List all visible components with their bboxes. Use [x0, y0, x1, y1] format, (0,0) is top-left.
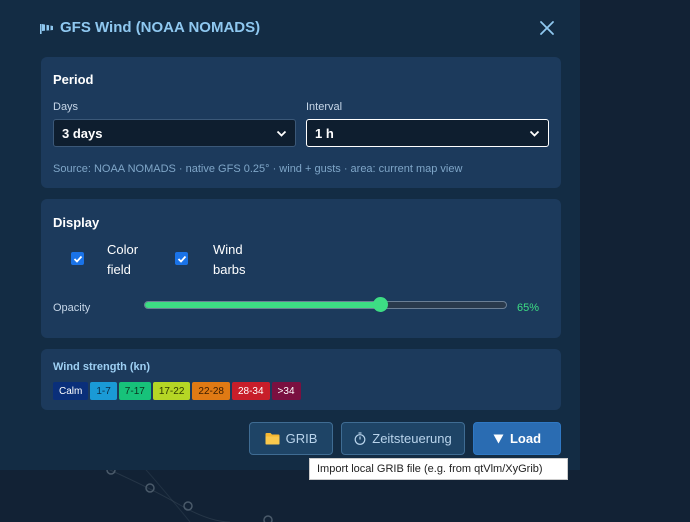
dialog-title-row: GFS Wind (NOAA NOMADS)	[40, 19, 260, 36]
chevron-down-icon	[276, 130, 287, 137]
days-select[interactable]: 3 days	[53, 119, 296, 147]
color-field-label-line1: Color	[107, 242, 139, 257]
check-icon	[177, 255, 186, 263]
legend-chip: 28-34	[231, 382, 270, 400]
color-field-label-line2: field	[107, 262, 131, 277]
legend-chip: 1-7	[90, 382, 117, 400]
display-card: Display Color field Wind barbs Opacity 6…	[41, 199, 561, 338]
zeitsteuerung-button[interactable]: Zeitsteuerung	[341, 422, 465, 455]
opacity-value: 65%	[517, 302, 540, 314]
wind-barbs-checkbox[interactable]	[175, 252, 188, 265]
grib-button-label: GRIB	[285, 431, 318, 446]
source-note: Source: NOAA NOMADS · native GFS 0.25° ·…	[53, 163, 463, 175]
load-button-label: Load	[509, 431, 542, 446]
color-field-toggle[interactable]	[71, 252, 84, 265]
windsock-icon	[40, 23, 53, 34]
opacity-slider-fill	[145, 302, 380, 308]
folder-icon	[265, 433, 280, 445]
legend-chip: 22-28	[192, 382, 230, 400]
legend-chip: 7-17	[118, 382, 151, 400]
close-icon[interactable]	[538, 19, 556, 37]
grib-button[interactable]: GRIB	[249, 422, 333, 455]
legend-chip: Calm	[53, 382, 89, 400]
color-field-label: Color field	[107, 240, 147, 280]
opacity-slider-thumb[interactable]	[372, 297, 388, 312]
interval-select-value: 1 h	[315, 125, 334, 141]
opacity-label: Opacity	[53, 302, 91, 314]
gfs-wind-dialog: GFS Wind (NOAA NOMADS) Period Days 3 day…	[0, 0, 580, 470]
wind-barbs-label: Wind barbs	[213, 240, 253, 280]
grib-tooltip: Import local GRIB file (e.g. from qtVlm/…	[309, 458, 568, 480]
days-select-value: 3 days	[62, 125, 103, 141]
check-icon	[73, 255, 82, 263]
wind-barbs-label-line2: barbs	[213, 262, 246, 277]
stopwatch-icon	[354, 432, 366, 445]
opacity-slider[interactable]	[144, 297, 507, 312]
legend-chip: 17-22	[152, 382, 191, 400]
period-heading: Period	[53, 72, 94, 87]
legend-chip: >34	[271, 382, 301, 400]
interval-label: Interval	[306, 101, 343, 113]
period-card: Period Days 3 days Interval 1 h Source: …	[41, 57, 561, 188]
zeitsteuerung-button-label: Zeitsteuerung	[372, 431, 452, 446]
color-field-checkbox[interactable]	[71, 252, 84, 265]
chevron-down-icon	[529, 130, 540, 137]
wind-barbs-label-line1: Wind	[213, 242, 243, 257]
wind-strength-legend: Calm 1-7 7-17 17-22 22-28 28-34 >34	[53, 382, 301, 400]
wind-barbs-toggle[interactable]	[175, 252, 188, 265]
interval-select[interactable]: 1 h	[306, 119, 549, 147]
down-triangle-icon	[493, 434, 504, 443]
display-heading: Display	[53, 215, 100, 230]
days-label: Days	[53, 101, 79, 113]
wind-strength-card: Wind strength (kn) Calm 1-7 7-17 17-22 2…	[41, 349, 561, 410]
wind-strength-heading: Wind strength (kn)	[53, 361, 151, 373]
dialog-title: GFS Wind (NOAA NOMADS)	[60, 19, 261, 36]
load-button[interactable]: Load	[473, 422, 561, 455]
